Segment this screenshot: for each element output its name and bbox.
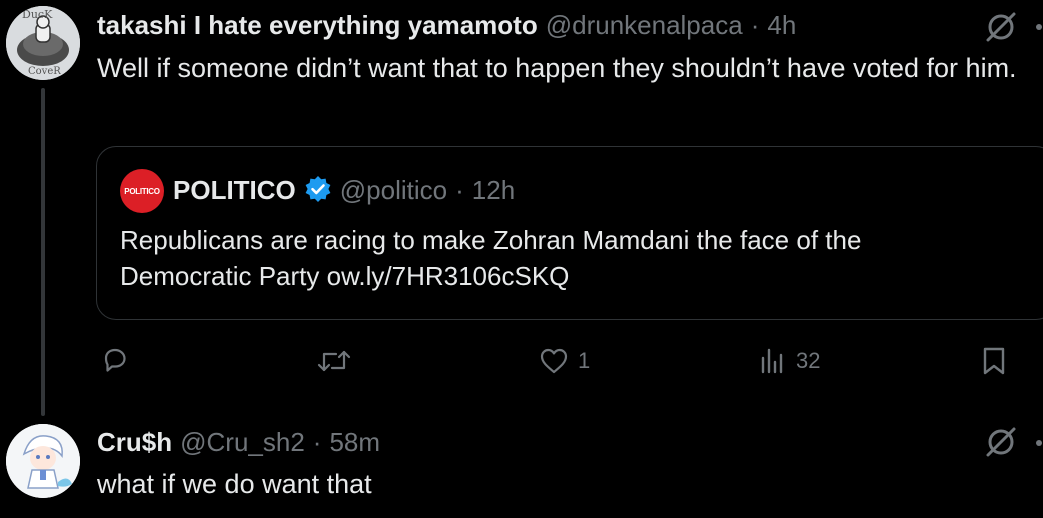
- avatar[interactable]: [6, 424, 80, 498]
- bookmark-button[interactable]: [980, 345, 1008, 377]
- quote-header: POLITICO @politico · 12h: [173, 175, 515, 208]
- null-slash-icon[interactable]: [984, 425, 1018, 459]
- like-count: 1: [578, 348, 591, 373]
- reply-button[interactable]: [100, 345, 138, 375]
- quote-display-name[interactable]: POLITICO: [173, 175, 296, 206]
- repost-icon: [316, 346, 352, 376]
- repost-button[interactable]: [316, 346, 360, 376]
- post-text: what if we do want that: [97, 469, 372, 499]
- politico-logo-text: POLITICO: [124, 186, 160, 196]
- null-slash-icon[interactable]: [984, 10, 1018, 44]
- post-text: Well if someone didn’t want that to happ…: [97, 53, 1017, 83]
- reply-icon: [100, 345, 130, 375]
- post-header: takashi I hate everything yamamoto @drun…: [97, 10, 796, 41]
- quote-separator: ·: [455, 175, 464, 205]
- avatar[interactable]: DucK CoveR: [6, 6, 80, 80]
- handle[interactable]: @drunkenalpaca: [546, 10, 743, 41]
- quote-text: Republicans are racing to make Zohran Ma…: [120, 225, 862, 291]
- views-button[interactable]: 32: [758, 346, 820, 376]
- separator: ·: [312, 427, 322, 457]
- views-count: 32: [796, 348, 821, 373]
- thread-connector: [41, 88, 45, 416]
- avatar-text-top: DucK: [22, 8, 53, 21]
- politico-logo[interactable]: POLITICO: [120, 169, 164, 213]
- display-name[interactable]: Cru$h: [97, 427, 172, 458]
- handle[interactable]: @Cru_sh2: [180, 427, 305, 458]
- avatar-image: [6, 424, 80, 498]
- heart-icon: [538, 346, 570, 376]
- timestamp[interactable]: 4h: [767, 10, 796, 41]
- more-options-dot[interactable]: [1036, 24, 1042, 30]
- quote-timestamp[interactable]: 12h: [472, 175, 515, 206]
- bookmark-icon: [980, 345, 1008, 377]
- post-header: Cru$h @Cru_sh2 · 58m: [97, 427, 380, 458]
- display-name[interactable]: takashi I hate everything yamamoto: [97, 10, 538, 41]
- views-icon: [758, 346, 788, 376]
- avatar-text-bottom: CoveR: [28, 66, 61, 77]
- separator: ·: [750, 10, 760, 40]
- like-button[interactable]: 1: [538, 346, 590, 376]
- verified-badge-icon: [304, 175, 332, 208]
- timestamp[interactable]: 58m: [329, 427, 380, 458]
- quote-handle[interactable]: @politico: [340, 175, 447, 206]
- more-options-dot[interactable]: [1036, 440, 1042, 446]
